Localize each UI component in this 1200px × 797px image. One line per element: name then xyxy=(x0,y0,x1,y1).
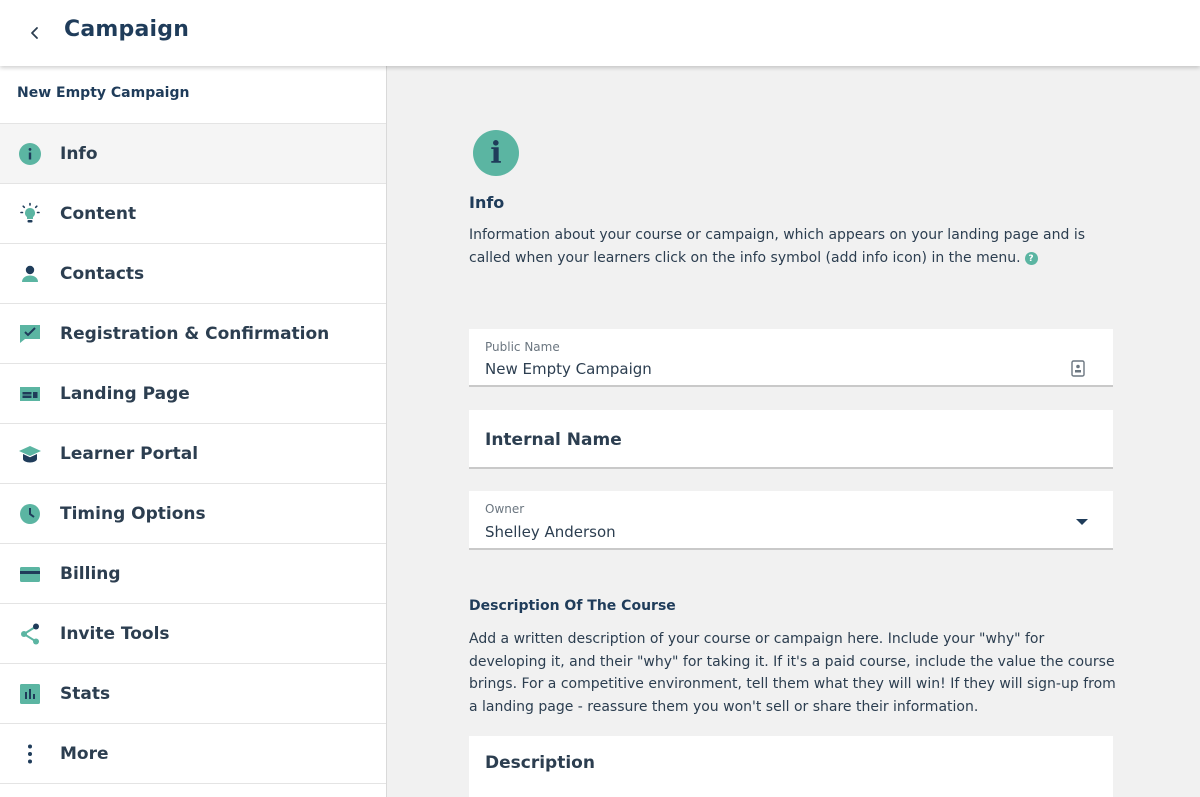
sidebar-item-label: Learner Portal xyxy=(60,443,199,464)
sidebar-item-more[interactable]: More xyxy=(0,724,386,784)
sidebar-item-registration[interactable]: Registration & Confirmation xyxy=(0,304,386,364)
credit-card-icon xyxy=(18,562,42,586)
more-vertical-icon xyxy=(18,742,42,766)
main-content: i Info Information about your course or … xyxy=(388,66,1200,797)
sidebar-item-content[interactable]: Content xyxy=(0,184,386,244)
sidebar-item-label: Timing Options xyxy=(60,503,206,524)
sidebar-item-label: Registration & Confirmation xyxy=(60,323,330,344)
chevron-left-icon xyxy=(31,27,38,39)
owner-value: Shelley Anderson xyxy=(485,523,616,541)
sidebar-item-learner-portal[interactable]: Learner Portal xyxy=(0,424,386,484)
sidebar-item-info[interactable]: Info xyxy=(0,124,386,184)
section-title: Info xyxy=(469,193,505,212)
public-name-field[interactable]: Public Name New Empty Campaign xyxy=(469,329,1113,387)
sidebar-item-landing-page[interactable]: Landing Page xyxy=(0,364,386,424)
public-name-label: Public Name xyxy=(485,340,560,354)
sidebar-item-timing-options[interactable]: Timing Options xyxy=(0,484,386,544)
bar-chart-icon xyxy=(18,682,42,706)
section-description: Information about your course or campaig… xyxy=(469,224,1119,269)
back-button[interactable] xyxy=(22,20,48,46)
description-placeholder: Description xyxy=(485,753,595,773)
sidebar-item-invite-tools[interactable]: Invite Tools xyxy=(0,604,386,664)
web-page-icon xyxy=(18,382,42,406)
sidebar-item-billing[interactable]: Billing xyxy=(0,544,386,604)
campaign-name: New Empty Campaign xyxy=(0,66,386,124)
sidebar-item-label: Info xyxy=(60,143,98,164)
section-description-text: Information about your course or campaig… xyxy=(469,227,1086,266)
description-field[interactable]: Description xyxy=(469,736,1113,797)
help-icon[interactable]: ? xyxy=(1024,252,1038,266)
sidebar-item-stats[interactable]: Stats xyxy=(0,664,386,724)
info-icon: i xyxy=(473,130,519,176)
info-icon xyxy=(18,142,42,166)
sidebar-item-label: Stats xyxy=(60,683,111,704)
owner-select[interactable]: Owner Shelley Anderson xyxy=(469,491,1113,550)
clock-icon xyxy=(18,502,42,526)
sidebar-item-label: Contacts xyxy=(60,263,145,284)
description-section-title: Description Of The Course xyxy=(469,598,676,614)
graduation-cap-icon xyxy=(18,442,42,466)
lightbulb-icon xyxy=(18,202,42,226)
sidebar: New Empty Campaign Info Content Contacts… xyxy=(0,66,387,797)
page-title: Campaign xyxy=(64,17,190,42)
sidebar-item-label: Billing xyxy=(60,563,121,584)
sidebar-item-contacts[interactable]: Contacts xyxy=(0,244,386,304)
chevron-down-icon[interactable] xyxy=(1076,519,1088,525)
owner-label: Owner xyxy=(485,502,525,516)
sidebar-item-label: Content xyxy=(60,203,137,224)
contact-card-icon[interactable] xyxy=(1071,360,1085,377)
sidebar-item-label: Landing Page xyxy=(60,383,190,404)
description-section-text: Add a written description of your course… xyxy=(469,631,1116,715)
sidebar-item-label: More xyxy=(60,743,109,764)
internal-name-placeholder: Internal Name xyxy=(485,430,622,450)
internal-name-field[interactable]: Internal Name xyxy=(469,410,1113,469)
sidebar-item-label: Invite Tools xyxy=(60,623,170,644)
top-bar: Campaign xyxy=(0,0,1200,66)
public-name-value[interactable]: New Empty Campaign xyxy=(485,360,652,378)
chat-check-icon xyxy=(18,322,42,346)
share-icon xyxy=(18,622,42,646)
person-icon xyxy=(18,262,42,286)
